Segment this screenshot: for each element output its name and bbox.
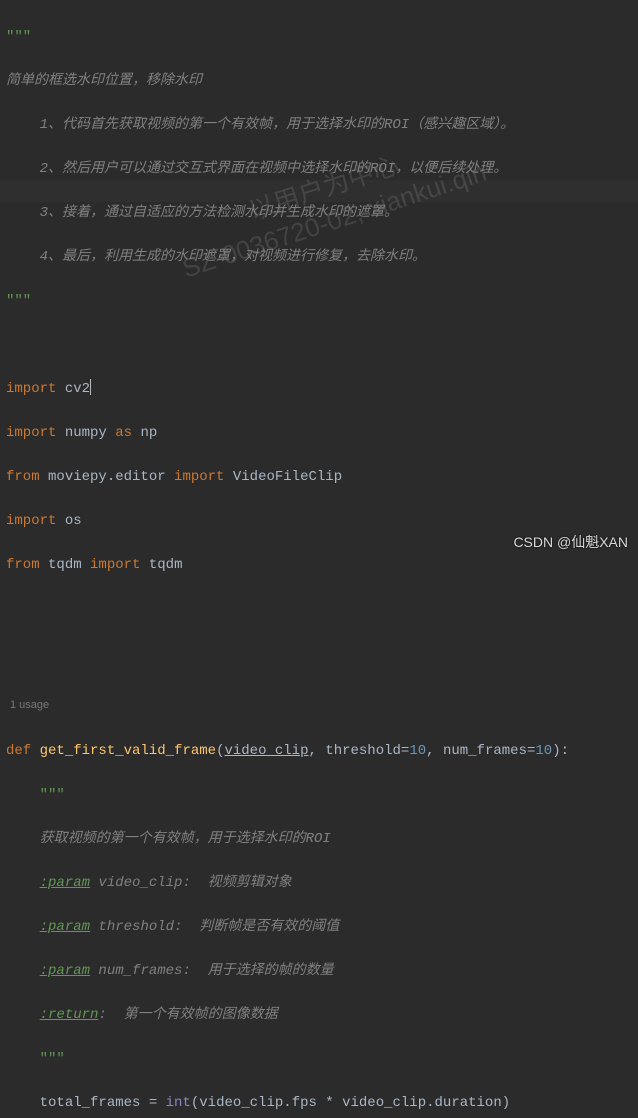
kw-import-numpy: import bbox=[6, 425, 56, 441]
param-num-frames: num_frames bbox=[443, 743, 527, 759]
kw-from-tqdm: from bbox=[6, 557, 40, 573]
doc-item-4: 最后，利用生成的水印遮罩，对视频进行修复，去除水印。 bbox=[62, 249, 426, 265]
param-video-clip: video_clip bbox=[224, 743, 308, 759]
mod-numpy: numpy bbox=[65, 425, 107, 441]
doc-item-3: 接着，通过自适应的方法检测水印并生成水印的遮罩。 bbox=[62, 205, 398, 221]
doc-item-2: 然后用户可以通过交互式界面在视频中选择水印的ROI，以便后续处理。 bbox=[62, 161, 507, 177]
text-caret bbox=[90, 379, 91, 395]
kw-import-os: import bbox=[6, 513, 56, 529]
kw-import-cv2: import bbox=[6, 381, 56, 397]
kw-def: def bbox=[6, 743, 31, 759]
doc-num-4: 4、 bbox=[40, 249, 62, 265]
kw-as: as bbox=[115, 425, 132, 441]
doc-num-1: 1、 bbox=[40, 117, 62, 133]
tag-param-2: :param bbox=[40, 919, 90, 935]
val-num-frames: 10 bbox=[535, 743, 552, 759]
builtin-int-1: int bbox=[166, 1095, 191, 1111]
tag-param-3: :param bbox=[40, 963, 90, 979]
triple-quote-bottom: """ bbox=[6, 293, 31, 309]
kw-from-moviepy: from bbox=[6, 469, 40, 485]
mod-moviepy: moviepy.editor bbox=[48, 469, 166, 485]
triple-quote-top: """ bbox=[6, 29, 31, 45]
var-total-frames: total_frames bbox=[40, 1095, 141, 1111]
doc-summary: 获取视频的第一个有效帧，用于选择水印的ROI bbox=[40, 831, 331, 847]
val-threshold: 10 bbox=[409, 743, 426, 759]
usages-hint[interactable]: 1 usage bbox=[6, 694, 632, 716]
doc-line-1: 简单的框选水印位置，移除水印 bbox=[6, 73, 202, 89]
doc-start: """ bbox=[40, 787, 65, 803]
func-name: get_first_valid_frame bbox=[40, 743, 216, 759]
doc-item-1: 代码首先获取视频的第一个有效帧，用于选择水印的ROI（感兴趣区域）。 bbox=[62, 117, 514, 133]
kw-import-tqdm: import bbox=[90, 557, 140, 573]
mod-tqdm: tqdm bbox=[48, 557, 82, 573]
footer-watermark: CSDN @仙魁XAN bbox=[513, 531, 628, 553]
name-vfc: VideoFileClip bbox=[233, 469, 342, 485]
doc-num-3: 3、 bbox=[40, 205, 62, 221]
expr-total-frames: (video_clip.fps * video_clip.duration) bbox=[191, 1095, 510, 1111]
tag-param-1: :param bbox=[40, 875, 90, 891]
tag-return: :return bbox=[40, 1007, 99, 1023]
name-tqdm: tqdm bbox=[149, 557, 183, 573]
doc-end: """ bbox=[40, 1051, 65, 1067]
code-editor[interactable]: """ 简单的框选水印位置，移除水印 1、代码首先获取视频的第一个有效帧，用于选… bbox=[0, 0, 638, 1118]
alias-np: np bbox=[140, 425, 157, 441]
mod-cv2: cv2 bbox=[65, 381, 90, 397]
param-threshold: threshold bbox=[325, 743, 401, 759]
mod-os: os bbox=[65, 513, 82, 529]
doc-num-2: 2、 bbox=[40, 161, 62, 177]
kw-import-moviepy: import bbox=[174, 469, 224, 485]
